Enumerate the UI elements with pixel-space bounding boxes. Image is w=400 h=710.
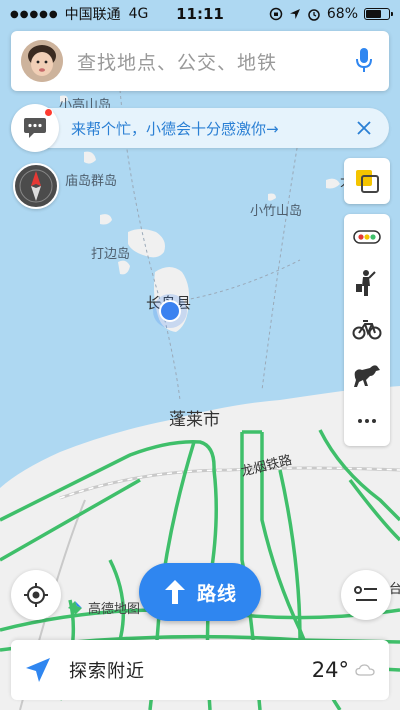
traffic-light-icon <box>353 230 381 244</box>
bike-button[interactable] <box>344 306 390 352</box>
signal-strength-icon: ●●●●● <box>10 8 59 20</box>
location-arrow-icon <box>289 9 300 19</box>
more-button[interactable] <box>344 398 390 444</box>
list-icon <box>354 586 377 601</box>
rotation-lock-icon <box>269 7 283 21</box>
explore-label: 探索附近 <box>69 661 145 682</box>
route-label: 路线 <box>196 582 237 605</box>
status-bar: ●●●●● 中国联通 4G 11:11 68% <box>0 0 400 28</box>
map-tools-panel <box>344 214 390 446</box>
layers-icon <box>356 170 379 193</box>
message-icon[interactable] <box>11 104 59 152</box>
feedback-notice[interactable]: 来帮个忙，小德会十分感激你→ <box>11 104 389 152</box>
map-label-dabian: 打边岛 <box>91 247 131 262</box>
user-avatar[interactable] <box>21 40 63 82</box>
horse-icon <box>354 365 380 387</box>
search-input[interactable]: 查找地点、公交、地铁 <box>77 48 353 75</box>
close-icon[interactable] <box>353 117 375 139</box>
locate-me-button[interactable] <box>11 570 61 620</box>
alarm-icon <box>308 9 320 21</box>
temperature: 24° <box>311 658 349 682</box>
send-arrow-icon <box>26 658 50 682</box>
search-bar[interactable]: 查找地点、公交、地铁 <box>11 31 389 91</box>
current-location-marker <box>159 300 181 322</box>
cloud-icon <box>355 664 375 676</box>
brand-logo: 高德地图 <box>66 598 140 617</box>
more-icon <box>358 419 376 423</box>
battery-percent: 68% <box>326 6 358 22</box>
layers-button[interactable] <box>344 158 390 204</box>
compass-icon[interactable] <box>13 163 59 209</box>
map-label-penglai: 蓬莱市 <box>169 410 220 430</box>
crosshair-icon <box>24 583 48 607</box>
map-label-xiaozhushan: 小竹山岛 <box>250 204 303 219</box>
amap-logo-icon <box>68 600 82 615</box>
hail-taxi-icon <box>356 270 376 296</box>
carrier-name: 中国联通 <box>64 7 121 23</box>
traffic-button[interactable] <box>344 214 390 260</box>
brand-text: 高德地图 <box>88 602 141 617</box>
microphone-icon[interactable] <box>353 46 375 76</box>
route-button[interactable]: 路线 <box>139 563 261 621</box>
bicycle-icon <box>352 320 382 340</box>
battery-icon <box>364 8 393 20</box>
explore-nearby-bar[interactable]: 探索附近 24° <box>11 640 389 700</box>
list-button[interactable] <box>341 570 391 620</box>
route-arrow-icon <box>164 580 185 604</box>
notice-text[interactable]: 来帮个忙，小德会十分感激你→ <box>71 118 353 139</box>
map-label-miaodao: 庙岛群岛 <box>65 174 118 189</box>
horse-button[interactable] <box>344 352 390 398</box>
network-type: 4G <box>128 6 149 22</box>
unread-dot <box>44 108 53 117</box>
ride-hailing-button[interactable] <box>344 260 390 306</box>
